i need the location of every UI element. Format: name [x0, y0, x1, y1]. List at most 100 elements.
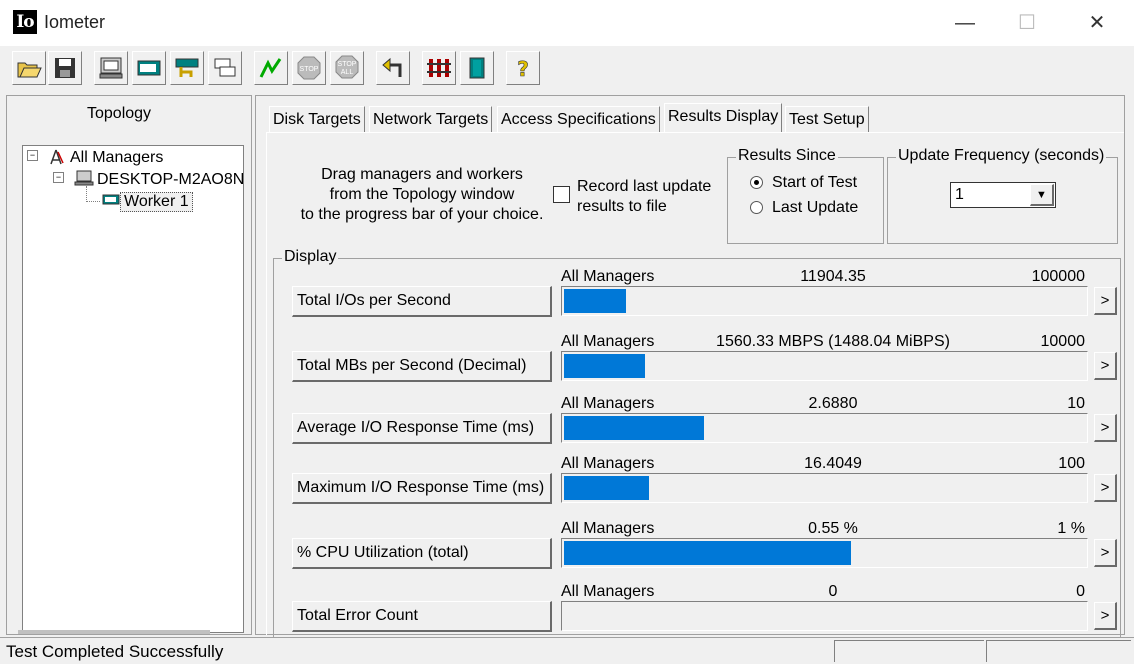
close-button[interactable]: ✕: [1074, 8, 1120, 38]
app-logo-icon: Io: [13, 10, 37, 34]
metric-arrow-button[interactable]: >: [1094, 287, 1117, 315]
status-message: Test Completed Successfully: [6, 642, 224, 661]
stop-icon: STOP: [297, 56, 321, 80]
disk-worker-button[interactable]: [132, 51, 166, 85]
tree-item-desktop[interactable]: DESKTOP-M2AO8N: [97, 171, 244, 189]
window-title: Iometer: [44, 12, 106, 32]
tree-item-worker-1[interactable]: Worker 1: [120, 192, 193, 212]
metric-arrow-button[interactable]: >: [1094, 602, 1117, 630]
instructions-line: to the progress bar of your choice.: [300, 206, 544, 223]
svg-text:ALL: ALL: [341, 69, 354, 76]
worker-disk-icon: [102, 194, 120, 205]
network-worker-icon: [175, 58, 199, 77]
new-manager-icon: [99, 57, 123, 79]
metric-progress-bar[interactable]: [561, 473, 1088, 503]
metric-progress-bar[interactable]: [561, 538, 1088, 568]
metric-bar-fill: [564, 416, 704, 440]
tab-results-display[interactable]: Results Display: [664, 103, 783, 133]
metric-source: All Managers: [561, 455, 655, 472]
start-button[interactable]: [254, 51, 288, 85]
stop-all-button[interactable]: STOP ALL: [330, 51, 364, 85]
tree-expander-all-managers[interactable]: −: [27, 150, 38, 161]
instructions-line: Drag managers and workers: [321, 166, 523, 183]
tab-network-targets[interactable]: Network Targets: [369, 106, 493, 132]
start-of-test-radio[interactable]: [750, 176, 763, 189]
metric-select-button[interactable]: Total I/Os per Second: [292, 286, 552, 317]
all-managers-icon: [50, 149, 64, 165]
metric-select-button[interactable]: Total MBs per Second (Decimal): [292, 351, 552, 382]
metric-select-button[interactable]: Maximum I/O Response Time (ms): [292, 473, 552, 504]
metric-max: 100000: [1031, 268, 1085, 285]
record-results-label-line: results to file: [577, 198, 667, 215]
reset-button[interactable]: [376, 51, 410, 85]
metric-max: 10000: [1040, 333, 1086, 350]
metric-arrow-button[interactable]: >: [1094, 352, 1117, 380]
display-title: Display: [282, 248, 339, 266]
tab-disk-targets[interactable]: Disk Targets: [269, 106, 365, 132]
network-worker-button[interactable]: [170, 51, 204, 85]
tree-item-all-managers[interactable]: All Managers: [70, 149, 163, 167]
disk-worker-icon: [137, 60, 161, 76]
metric-arrow-button[interactable]: >: [1094, 414, 1117, 442]
metric-progress-bar[interactable]: [561, 601, 1088, 631]
tree-connector: [86, 201, 100, 203]
metric-select-button[interactable]: Average I/O Response Time (ms): [292, 413, 552, 444]
exit-icon: [427, 59, 451, 77]
last-update-label[interactable]: Last Update: [772, 199, 858, 217]
maximize-button[interactable]: ☐: [1004, 8, 1050, 38]
metric-value: 0.55 %: [808, 520, 858, 537]
instructions-line: from the Topology window: [329, 186, 515, 203]
metric-bar-fill: [564, 541, 851, 565]
metric-progress-bar[interactable]: [561, 286, 1088, 316]
metric-progress-bar[interactable]: [561, 413, 1088, 443]
last-update-radio[interactable]: [750, 201, 763, 214]
metric-select-button[interactable]: % CPU Utilization (total): [292, 538, 552, 569]
metric-select-button[interactable]: Total Error Count: [292, 601, 552, 632]
tab-access-specifications[interactable]: Access Specifications: [497, 106, 660, 132]
copy-worker-button[interactable]: [208, 51, 242, 85]
metric-progress-bar[interactable]: [561, 351, 1088, 381]
svg-text:?: ?: [517, 57, 529, 81]
tab-test-setup[interactable]: Test Setup: [785, 106, 869, 132]
metric-max: 100: [1058, 455, 1085, 472]
minimize-button[interactable]: —: [942, 8, 988, 38]
metric-arrow-button[interactable]: >: [1094, 539, 1117, 567]
metric-bar-fill: [564, 476, 649, 500]
topology-title: Topology: [87, 105, 152, 122]
metric-source: All Managers: [561, 333, 655, 350]
tree-expander-desktop[interactable]: −: [53, 172, 64, 183]
new-manager-button[interactable]: [94, 51, 128, 85]
update-frequency-value: 1: [955, 186, 964, 203]
metric-source: All Managers: [561, 583, 655, 600]
copy-worker-icon: [214, 58, 236, 77]
metric-value: 11904.35: [800, 268, 866, 285]
metric-value: 2.6880: [808, 395, 858, 412]
manager-computer-icon: [74, 170, 94, 186]
workers-button[interactable]: [460, 51, 494, 85]
record-results-checkbox[interactable]: [553, 186, 570, 203]
svg-text:STOP: STOP: [300, 66, 319, 73]
metric-bar-fill: [564, 354, 645, 378]
open-button[interactable]: [12, 51, 46, 85]
status-cell: [986, 640, 1131, 662]
metric-max: 0: [1076, 583, 1085, 600]
results-since-title: Results Since: [736, 147, 838, 165]
help-button[interactable]: ?: [506, 51, 540, 85]
tree-connector: [86, 186, 88, 202]
chevron-down-icon[interactable]: ▼: [1030, 184, 1054, 206]
save-button[interactable]: [48, 51, 82, 85]
exit-button[interactable]: [422, 51, 456, 85]
metric-max: 1 %: [1057, 520, 1085, 537]
tree-horizontal-scrollbar[interactable]: [18, 630, 210, 634]
metric-source: All Managers: [561, 268, 655, 285]
record-results-label[interactable]: Record last update results to file: [577, 177, 711, 217]
topology-tree[interactable]: [22, 145, 244, 633]
stop-button[interactable]: STOP: [292, 51, 326, 85]
save-icon: [55, 58, 75, 78]
metric-arrow-button[interactable]: >: [1094, 474, 1117, 502]
stop-all-icon: STOPALL: [335, 55, 359, 79]
metric-max: 10: [1067, 395, 1085, 412]
update-frequency-title: Update Frequency (seconds): [896, 147, 1107, 165]
start-of-test-label[interactable]: Start of Test: [772, 174, 857, 192]
start-icon: [259, 58, 282, 78]
